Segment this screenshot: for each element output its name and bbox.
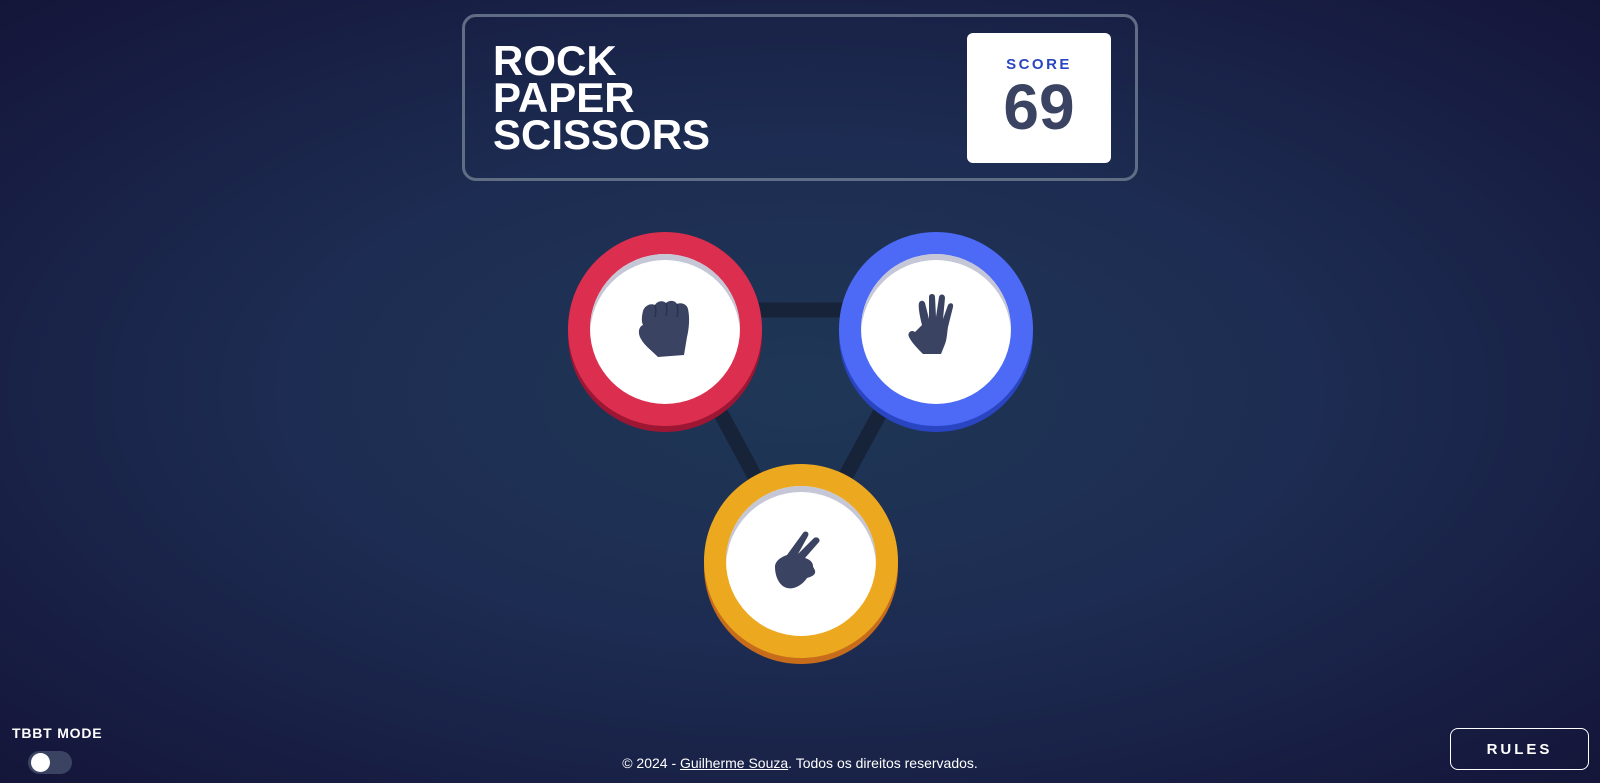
rock-face [590,254,740,404]
game-title: ROCK PAPER SCISSORS [493,40,711,158]
footer: © 2024 - Guilherme Souza. Todos os direi… [0,755,1600,771]
rock-button[interactable] [568,232,762,430]
title-line-scissors: SCISSORS [493,111,711,158]
footer-suffix: . Todos os direitos reservados. [788,755,978,771]
paper-face [861,254,1011,404]
open-hand-icon [900,291,972,368]
fist-icon [629,291,701,368]
header: ROCK PAPER SCISSORS SCORE 69 [462,14,1138,181]
score-value: 69 [1003,71,1075,143]
scissors-button[interactable] [704,464,898,662]
scissors-face [726,486,876,636]
peace-hand-icon [765,523,837,600]
author-link[interactable]: Guilherme Souza [680,755,788,771]
tbbt-mode-label: TBBT MODE [12,725,103,741]
rules-button[interactable]: RULES [1450,728,1589,770]
footer-prefix: © 2024 - [622,755,680,771]
score-box: SCORE 69 [967,32,1111,163]
paper-button[interactable] [839,232,1033,430]
